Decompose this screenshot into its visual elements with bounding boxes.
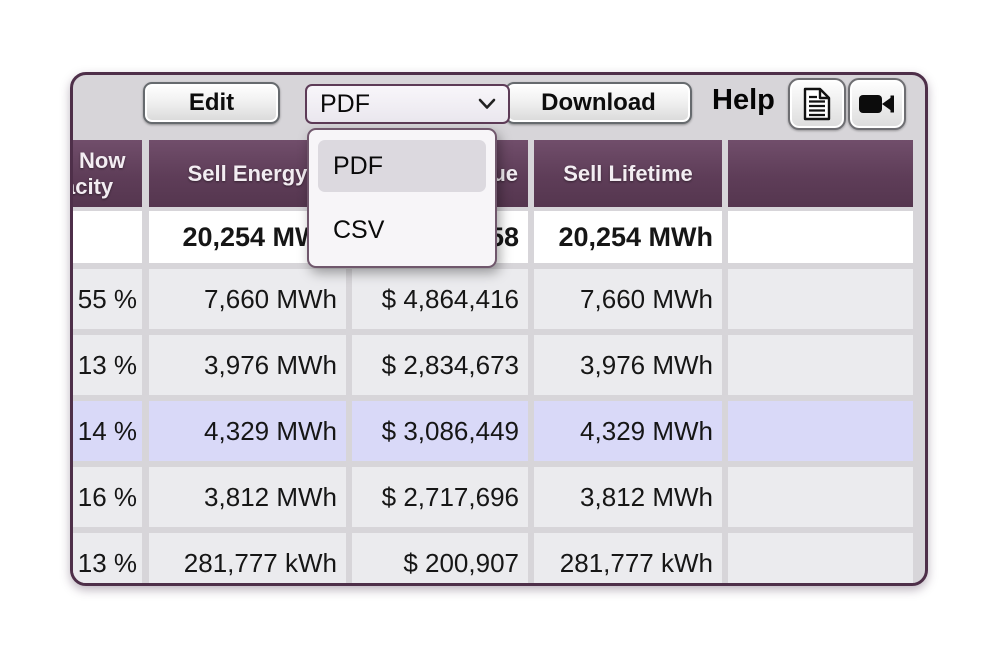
format-dropdown-menu: PDF CSV bbox=[307, 128, 497, 268]
col-header-now-capacity: Now acity bbox=[73, 140, 142, 207]
cell-capacity[interactable]: 13 % bbox=[73, 335, 142, 395]
cell-sell-revenue[interactable]: $ 4,864,416 bbox=[352, 269, 528, 329]
cell-sell-lifetime[interactable]: 3,812 MWh bbox=[534, 467, 722, 527]
totals-cell-sell-lifetime[interactable]: 20,254 MWh bbox=[534, 211, 722, 263]
help-label: Help bbox=[712, 84, 775, 117]
totals-cell-capacity[interactable] bbox=[73, 211, 142, 263]
document-icon bbox=[803, 87, 831, 121]
col-header-sell-lifetime: Sell Lifetime bbox=[534, 140, 722, 207]
cell-extra[interactable] bbox=[728, 269, 913, 329]
col-header-extra bbox=[728, 140, 913, 207]
cell-sell-energy[interactable]: 3,812 MWh bbox=[149, 467, 346, 527]
report-panel: Now acity Sell Energy ue Sell Lifetime 2… bbox=[70, 72, 928, 586]
cell-sell-revenue[interactable]: $ 200,907 bbox=[352, 533, 528, 586]
format-select[interactable]: PDF bbox=[305, 84, 510, 124]
table-row[interactable]: 13 % 281,777 kWh $ 200,907 281,777 kWh bbox=[73, 533, 919, 586]
totals-cell-extra[interactable] bbox=[728, 211, 913, 263]
help-video-button[interactable] bbox=[848, 78, 906, 130]
cell-capacity[interactable]: 14 % bbox=[73, 401, 142, 461]
cell-sell-energy[interactable]: 281,777 kWh bbox=[149, 533, 346, 586]
help-document-button[interactable] bbox=[788, 78, 846, 130]
cell-sell-energy[interactable]: 3,976 MWh bbox=[149, 335, 346, 395]
cell-sell-revenue[interactable]: $ 2,717,696 bbox=[352, 467, 528, 527]
dropdown-option-csv[interactable]: CSV bbox=[318, 204, 486, 256]
table-row[interactable]: 13 % 3,976 MWh $ 2,834,673 3,976 MWh bbox=[73, 335, 919, 395]
cell-sell-lifetime[interactable]: 7,660 MWh bbox=[534, 269, 722, 329]
video-camera-icon bbox=[858, 91, 896, 117]
cell-capacity[interactable]: 16 % bbox=[73, 467, 142, 527]
table-row[interactable]: 16 % 3,812 MWh $ 2,717,696 3,812 MWh bbox=[73, 467, 919, 527]
col-header-now-capacity-line1: Now bbox=[79, 148, 125, 173]
cell-sell-lifetime[interactable]: 281,777 kWh bbox=[534, 533, 722, 586]
cell-extra[interactable] bbox=[728, 533, 913, 586]
download-button[interactable]: Download bbox=[505, 82, 692, 124]
format-select-value: PDF bbox=[320, 90, 370, 119]
cell-sell-revenue[interactable]: $ 3,086,449 bbox=[352, 401, 528, 461]
cell-extra[interactable] bbox=[728, 335, 913, 395]
cell-extra[interactable] bbox=[728, 467, 913, 527]
dropdown-option-pdf[interactable]: PDF bbox=[318, 140, 486, 192]
cell-capacity[interactable]: 13 % bbox=[73, 533, 142, 586]
table-row[interactable]: 55 % 7,660 MWh $ 4,864,416 7,660 MWh bbox=[73, 269, 919, 329]
cell-sell-energy[interactable]: 7,660 MWh bbox=[149, 269, 346, 329]
cell-sell-lifetime[interactable]: 3,976 MWh bbox=[534, 335, 722, 395]
chevron-down-icon bbox=[478, 98, 496, 110]
table-row-selected[interactable]: 14 % 4,329 MWh $ 3,086,449 4,329 MWh bbox=[73, 401, 919, 461]
cell-sell-revenue[interactable]: $ 2,834,673 bbox=[352, 335, 528, 395]
edit-button[interactable]: Edit bbox=[143, 82, 280, 124]
cell-extra[interactable] bbox=[728, 401, 913, 461]
cell-sell-lifetime[interactable]: 4,329 MWh bbox=[534, 401, 722, 461]
cell-capacity[interactable]: 55 % bbox=[73, 269, 142, 329]
col-header-now-capacity-line2: acity bbox=[73, 174, 125, 199]
cell-sell-energy[interactable]: 4,329 MWh bbox=[149, 401, 346, 461]
